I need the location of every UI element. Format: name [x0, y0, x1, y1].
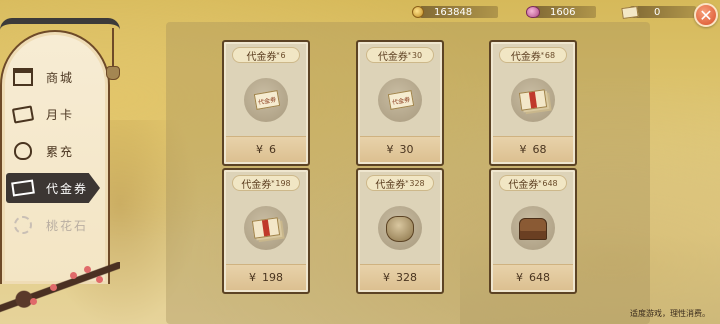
ticket-stack-icon	[251, 217, 281, 239]
price-button[interactable]: ¥6	[226, 136, 306, 162]
footer-note: 适度游戏，理性消费。	[630, 309, 710, 318]
card-title: 代金券 * 198	[232, 175, 300, 191]
nav-item-label: 月卡	[46, 107, 75, 122]
price-button[interactable]: ¥648	[493, 264, 573, 290]
card-title: 代金券 * 30	[366, 47, 434, 63]
bell-icon	[106, 66, 120, 80]
nav-item-label: 累充	[46, 144, 75, 159]
price-button[interactable]: ¥328	[360, 264, 440, 290]
nav-item-month-card[interactable]: 月卡	[6, 99, 106, 129]
coin-icon	[412, 6, 424, 18]
money-pouch-icon	[386, 216, 414, 242]
treasure-chest-icon	[519, 218, 547, 240]
voucher-card-6[interactable]: 代金券 * 6 代金券 ¥6	[222, 40, 310, 166]
coin-value: 163848	[434, 6, 473, 18]
item-display	[378, 206, 422, 250]
nav-list: 商城 月卡 累充 代金券 桃花石	[6, 62, 106, 247]
nav-item-shop[interactable]: 商城	[6, 62, 106, 92]
close-button[interactable]: ✕	[694, 3, 718, 27]
voucher-card-68[interactable]: 代金券 * 68 ¥68	[489, 40, 577, 166]
voucher-card-648[interactable]: 代金券 * 648 ¥648	[489, 168, 577, 294]
voucher-icon	[11, 179, 35, 197]
month-card-icon	[11, 104, 35, 124]
gem-value: 1606	[550, 6, 576, 18]
gem-icon	[526, 6, 540, 18]
voucher-value: 0	[654, 6, 661, 18]
item-display: 代金券	[244, 78, 288, 122]
gem-counter: 1606	[526, 3, 596, 21]
price-button[interactable]: ¥198	[226, 264, 306, 290]
bell-cord	[112, 28, 114, 68]
ticket-single-icon: 代金券	[253, 90, 281, 110]
voucher-counter: 0	[621, 3, 696, 21]
ticket-stack-icon	[518, 89, 548, 111]
nav-vine-decoration	[0, 18, 120, 30]
plum-branch-decoration	[0, 262, 120, 324]
voucher-card-30[interactable]: 代金券 * 30 代金券 ¥30	[356, 40, 444, 166]
price-button[interactable]: ¥30	[360, 136, 440, 162]
coin-counter: 163848	[412, 3, 498, 21]
peach-blossom-stone-icon	[14, 216, 32, 234]
shop-icon	[13, 68, 33, 86]
nav-item-cumulative-recharge[interactable]: 累充	[6, 136, 106, 166]
item-display: 代金券	[378, 78, 422, 122]
nav-item-label: 商城	[46, 70, 75, 85]
currency-bar: 163848 1606 0	[412, 2, 696, 22]
nav-item-voucher[interactable]: 代金券	[6, 173, 100, 203]
price-button[interactable]: ¥68	[493, 136, 573, 162]
item-display	[244, 206, 288, 250]
nav-item-label: 代金券	[46, 181, 89, 196]
voucher-card-198[interactable]: 代金券 * 198 ¥198	[222, 168, 310, 294]
card-title: 代金券 * 6	[232, 47, 300, 63]
voucher-icon	[621, 5, 639, 19]
close-icon: ✕	[699, 5, 713, 25]
voucher-card-328[interactable]: 代金券 * 328 ¥328	[356, 168, 444, 294]
ticket-single-icon: 代金券	[387, 90, 415, 110]
item-display	[511, 206, 555, 250]
item-display	[511, 78, 555, 122]
card-title: 代金券 * 68	[499, 47, 567, 63]
nav-item-peach-blossom-stone[interactable]: 桃花石	[6, 210, 106, 240]
nav-item-label: 桃花石	[46, 218, 89, 233]
card-title: 代金券 * 328	[366, 175, 434, 191]
money-bag-icon	[14, 142, 32, 160]
card-title: 代金券 * 648	[499, 175, 567, 191]
